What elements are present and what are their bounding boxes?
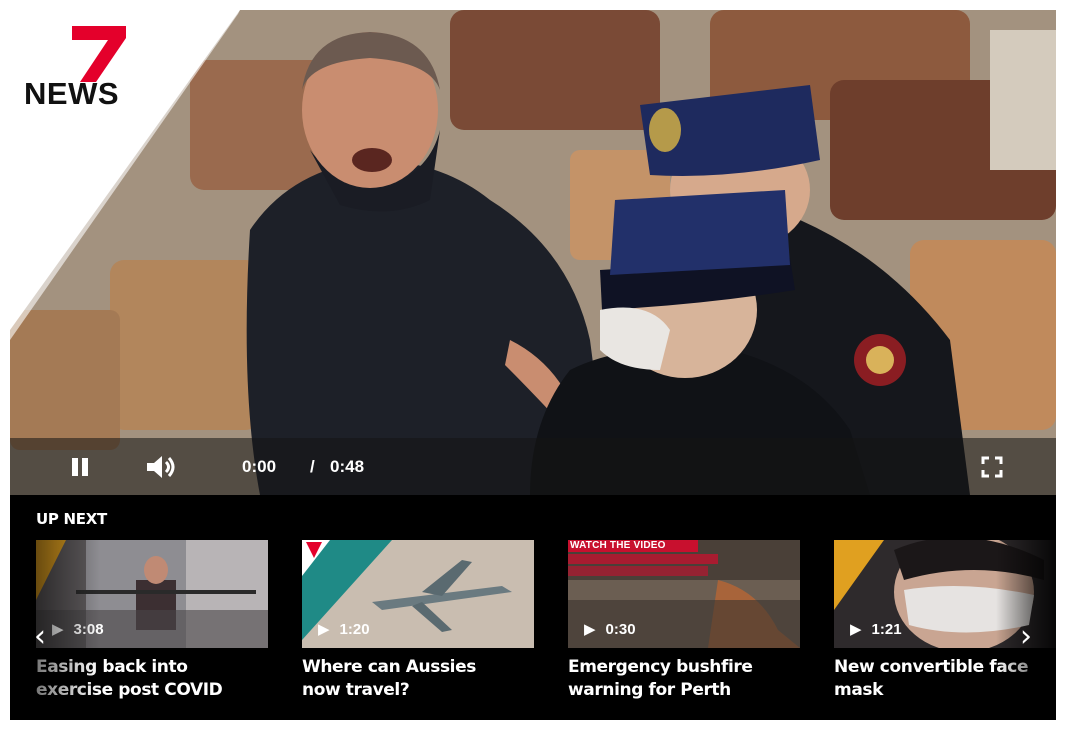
play-icon: ▶ — [52, 621, 64, 638]
card-title[interactable]: Emergency bushfire warning for Perth — [568, 656, 800, 702]
pause-icon — [72, 457, 88, 476]
fullscreen-icon — [981, 456, 1003, 477]
volume-icon — [147, 455, 175, 478]
up-next-card[interactable]: ▶ 3:08 Easing back into exercise post CO… — [36, 540, 268, 702]
total-time: 0:48 — [330, 456, 365, 476]
video-frame[interactable]: NEWS 0:00 / 0:48 — [10, 10, 1056, 495]
pause-button[interactable] — [65, 438, 95, 495]
up-next-card[interactable]: WATCH THE VIDEO ▶ 0:30 Emergency bushfir… — [568, 540, 800, 702]
video-duration: ▶ 1:21 — [850, 620, 902, 639]
player-controls: 0:00 / 0:48 — [10, 438, 1056, 495]
video-player[interactable]: NEWS 0:00 / 0:48 UP NEXT ▶ 3:08 Easing b… — [10, 10, 1056, 720]
time-separator: / — [310, 456, 315, 476]
card-title[interactable]: New convertible face mask — [834, 656, 1056, 702]
card-title[interactable]: Where can Aussies now travel? — [302, 656, 534, 702]
carousel-prev-button[interactable]: ‹ — [34, 622, 46, 652]
seven-logo-icon — [72, 26, 126, 82]
video-duration: ▶ 3:08 — [52, 620, 104, 639]
video-thumbnail[interactable]: WATCH THE VIDEO ▶ 0:30 — [568, 540, 800, 648]
video-thumbnail[interactable]: ▶ 3:08 — [36, 540, 268, 648]
card-title[interactable]: Easing back into exercise post COVID — [36, 656, 268, 702]
play-icon: ▶ — [318, 621, 330, 638]
current-time: 0:00 — [242, 456, 277, 476]
video-duration: ▶ 1:20 — [318, 620, 370, 639]
video-duration: ▶ 0:30 — [584, 620, 636, 639]
logo-corner — [10, 10, 240, 340]
video-thumbnail[interactable]: ▶ 1:20 — [302, 540, 534, 648]
up-next-heading: UP NEXT — [36, 510, 107, 528]
play-icon: ▶ — [850, 621, 862, 638]
thumbnail-overlay-text: WATCH THE VIDEO — [570, 540, 666, 551]
logo-text: NEWS — [24, 76, 119, 111]
up-next-card[interactable]: ▶ 1:20 Where can Aussies now travel? — [302, 540, 534, 702]
volume-button[interactable] — [140, 438, 184, 495]
fullscreen-button[interactable] — [976, 438, 1008, 495]
carousel-next-button[interactable]: › — [1020, 622, 1032, 652]
play-icon: ▶ — [584, 621, 596, 638]
